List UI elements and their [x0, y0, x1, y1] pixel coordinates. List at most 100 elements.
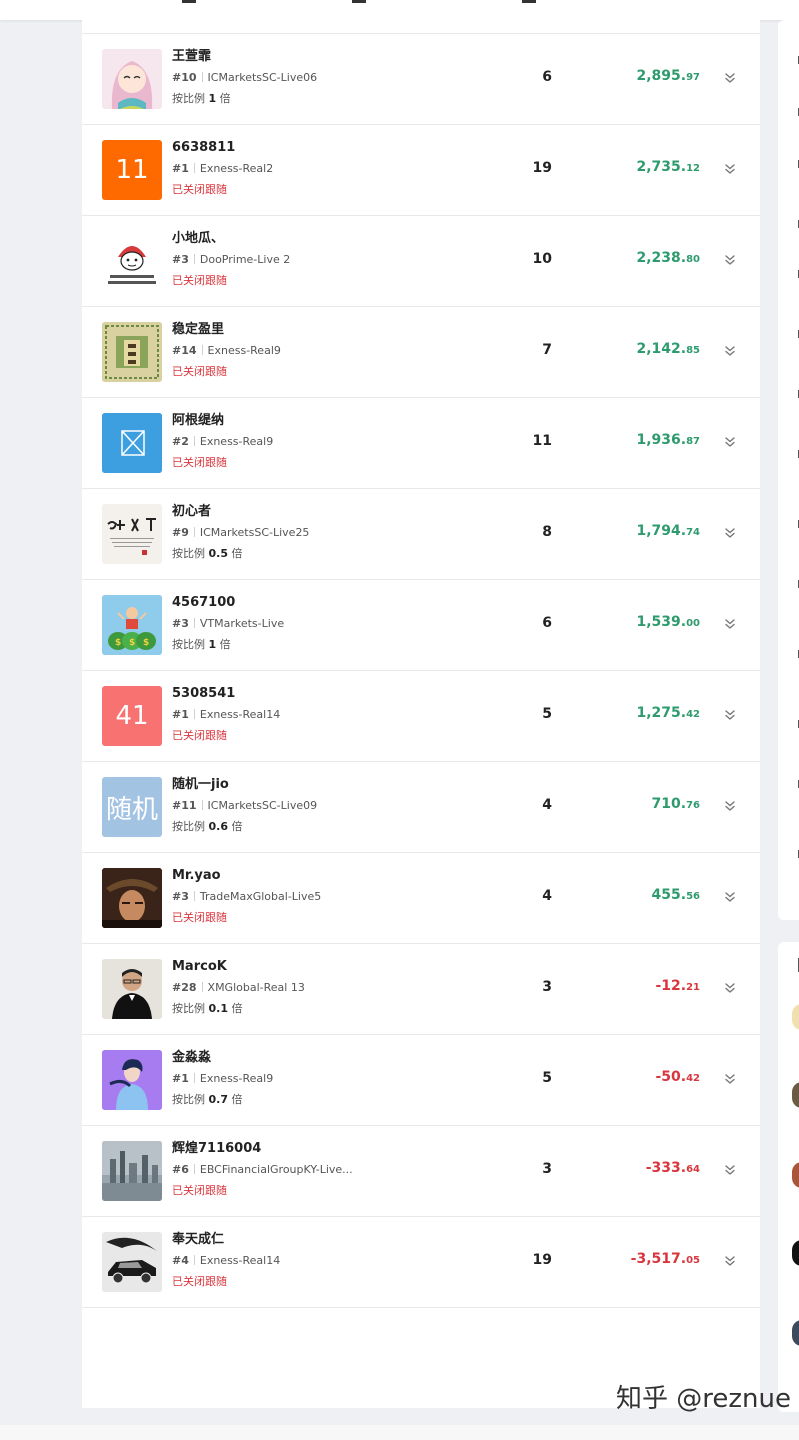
- trader-name[interactable]: 阿根缇纳: [172, 412, 472, 429]
- trader-name[interactable]: 金淼淼: [172, 1049, 472, 1066]
- trader-name[interactable]: 辉煌7116004: [172, 1140, 472, 1157]
- avatar-man-portrait-avatar[interactable]: [102, 959, 162, 1019]
- trader-name[interactable]: Mr.yao: [172, 867, 472, 884]
- trader-row[interactable]: 阿根缇纳 #2 Exness-Real9 已关闭跟随 11 1,936.87: [82, 398, 760, 489]
- avatar-calligraphy-avatar[interactable]: [102, 504, 162, 564]
- profit-value: 710.76: [582, 796, 700, 812]
- avatar-anime-girl-avatar[interactable]: [102, 49, 162, 109]
- trader-name[interactable]: 小地瓜、: [172, 230, 472, 247]
- follow-closed-status: 已关闭跟随: [172, 456, 227, 469]
- trader-name[interactable]: 稳定盈里: [172, 321, 472, 338]
- avatar[interactable]: [792, 1162, 799, 1188]
- follow-ratio-status: 按比例 0.5 倍: [172, 546, 472, 561]
- avatar[interactable]: [792, 1320, 799, 1346]
- trader-name[interactable]: 5308541: [172, 685, 472, 702]
- trader-row[interactable]: 王萱霏 #10 ICMarketsSC-Live06 按比例 1 倍 6 2,89…: [82, 34, 760, 125]
- avatar[interactable]: 11: [102, 140, 162, 200]
- avatar[interactable]: [792, 1004, 799, 1030]
- expand-chevron-icon[interactable]: [723, 708, 737, 722]
- expand-chevron-icon[interactable]: [723, 1254, 737, 1268]
- trade-count: 6: [542, 615, 552, 631]
- expand-chevron-icon[interactable]: [723, 1163, 737, 1177]
- expand-chevron-icon[interactable]: [723, 71, 737, 85]
- avatar-pattern-avatar[interactable]: [102, 322, 162, 382]
- avatar-city-skyline-avatar[interactable]: [102, 1141, 162, 1201]
- avatar[interactable]: [792, 1082, 799, 1108]
- expand-chevron-icon[interactable]: [723, 617, 737, 631]
- avatar-movie-still-avatar[interactable]: [102, 868, 162, 928]
- trader-name[interactable]: 王萱霏: [172, 48, 472, 65]
- profit-value: -50.42: [582, 1069, 700, 1085]
- trader-row[interactable]: 辉煌7116004 #6 EBCFinancialGroupKY-Live... …: [82, 1126, 760, 1217]
- trader-info: 稳定盈里 #14 Exness-Real9 已关闭跟随: [172, 321, 472, 379]
- trader-info: 4567100 #3 VTMarkets-Live 按比例 1 倍: [172, 594, 472, 652]
- trader-name[interactable]: 奉天成仁: [172, 1231, 472, 1248]
- trader-row[interactable]: 稳定盈里 #14 Exness-Real9 已关闭跟随 7 2,142.85: [82, 307, 760, 398]
- trade-count: 11: [532, 433, 552, 449]
- trade-count: 3: [542, 979, 552, 995]
- trader-name[interactable]: MarcoK: [172, 958, 472, 975]
- expand-chevron-icon[interactable]: [723, 253, 737, 267]
- avatar-money-bag-avatar[interactable]: $ $ $: [102, 595, 162, 655]
- avatar-cartoon-meme-avatar[interactable]: [102, 231, 162, 291]
- trader-row[interactable]: $ $ $ 4567100 #3 VTMarkets-Live 按比例 1 倍 6 1…: [82, 580, 760, 671]
- trader-rank: #11: [172, 799, 197, 812]
- trader-name[interactable]: 初心者: [172, 503, 472, 520]
- divider: [193, 1164, 195, 1174]
- trader-row[interactable]: Mr.yao #3 TradeMaxGlobal-Live5 已关闭跟随 4 45…: [82, 853, 760, 944]
- profit-integer: 710.: [651, 796, 687, 812]
- avatar[interactable]: 41: [102, 686, 162, 746]
- trade-count: 5: [542, 1070, 552, 1086]
- divider: [193, 527, 195, 537]
- trader-info: MarcoK #28 XMGlobal-Real 13 按比例 0.1 倍: [172, 958, 472, 1016]
- profit-decimal: 00: [686, 618, 700, 629]
- follow-closed-status: 已关闭跟随: [172, 183, 227, 196]
- expand-chevron-icon[interactable]: [723, 435, 737, 449]
- expand-chevron-icon[interactable]: [723, 799, 737, 813]
- avatar-broken-image-avatar[interactable]: [102, 413, 162, 473]
- trader-account: Exness-Real9: [199, 1072, 274, 1085]
- avatar[interactable]: 随机: [102, 777, 162, 837]
- trader-name[interactable]: 随机一jio: [172, 776, 472, 793]
- profit-integer: -333.: [645, 1160, 687, 1176]
- trader-row[interactable]: 初心者 #9 ICMarketsSC-Live25 按比例 0.5 倍 8 1,7…: [82, 489, 760, 580]
- ratio-unit: 倍: [231, 820, 243, 833]
- trader-info: 初心者 #9 ICMarketsSC-Live25 按比例 0.5 倍: [172, 503, 472, 561]
- top-header-bar: [0, 0, 799, 20]
- trader-rank: #28: [172, 981, 197, 994]
- divider: [193, 1255, 195, 1265]
- expand-chevron-icon[interactable]: [723, 1072, 737, 1086]
- avatar[interactable]: [792, 1240, 799, 1266]
- trader-account: XMGlobal-Real 13: [207, 981, 305, 994]
- expand-chevron-icon[interactable]: [723, 344, 737, 358]
- trader-row[interactable]: MarcoK #28 XMGlobal-Real 13 按比例 0.1 倍 3 -…: [82, 944, 760, 1035]
- expand-chevron-icon[interactable]: [723, 162, 737, 176]
- expand-chevron-icon[interactable]: [723, 890, 737, 904]
- profit-value: 1,275.42: [582, 705, 700, 721]
- trade-count: 10: [532, 251, 552, 267]
- trader-row[interactable]: 41 5308541 #1 Exness-Real14 已关闭跟随 5 1,275…: [82, 671, 760, 762]
- trader-row[interactable]: 11 6638811 #1 Exness-Real2 已关闭跟随 19 2,735…: [82, 125, 760, 216]
- trade-count: 6: [542, 69, 552, 85]
- ratio-label: 按比例: [172, 92, 205, 105]
- trade-count: 4: [542, 797, 552, 813]
- trader-meta: #3 TradeMaxGlobal-Live5: [172, 889, 472, 904]
- trader-row[interactable]: 小地瓜、 #3 DooPrime-Live 2 已关闭跟随 10 2,238.80: [82, 216, 760, 307]
- profit-value: -12.21: [582, 978, 700, 994]
- trader-row[interactable]: 奉天成仁 #4 Exness-Real14 已关闭跟随 19 -3,517.05: [82, 1217, 760, 1308]
- profit-value: 1,794.74: [582, 523, 700, 539]
- follow-closed-status: 已关闭跟随: [172, 365, 227, 378]
- avatar-car-sketch-avatar[interactable]: [102, 1232, 162, 1292]
- trade-count: 7: [542, 342, 552, 358]
- ratio-unit: 倍: [219, 92, 231, 105]
- trader-row[interactable]: 随机 随机一jio #11 ICMarketsSC-Live09 按比例 0.6 …: [82, 762, 760, 853]
- expand-chevron-icon[interactable]: [723, 981, 737, 995]
- trader-name[interactable]: 4567100: [172, 594, 472, 611]
- trader-row[interactable]: 金淼淼 #1 Exness-Real9 按比例 0.7 倍 5 -50.42: [82, 1035, 760, 1126]
- trader-meta: #1 Exness-Real14: [172, 707, 472, 722]
- trader-rank: #6: [172, 1163, 189, 1176]
- trader-name[interactable]: 6638811: [172, 139, 472, 156]
- expand-chevron-icon[interactable]: [723, 526, 737, 540]
- avatar-illustration-avatar[interactable]: [102, 1050, 162, 1110]
- follow-ratio-status: 按比例 1 倍: [172, 91, 472, 106]
